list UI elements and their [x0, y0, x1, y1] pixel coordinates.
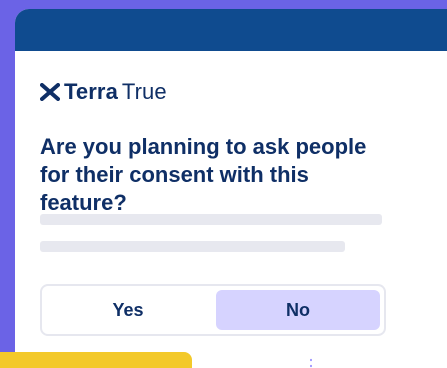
placeholder-line-1 [40, 214, 382, 225]
terratrue-logo: Terra True [40, 79, 167, 104]
yes-option-button[interactable]: Yes [46, 290, 210, 330]
logo-text-light: True [121, 79, 167, 104]
logo-text-strong: Terra [64, 79, 118, 104]
terratrue-x-mark-icon [40, 83, 60, 101]
dotted-connector-icon [310, 357, 312, 368]
card-header-bar [15, 9, 447, 51]
accent-tab [0, 352, 192, 368]
placeholder-line-2 [40, 241, 345, 252]
no-option-button[interactable]: No [216, 290, 380, 330]
consent-question-card: Terra True Are you planning to ask people… [15, 9, 447, 368]
consent-choice-toggle: Yes No [40, 284, 386, 336]
consent-question: Are you planning to ask people for their… [40, 134, 367, 215]
